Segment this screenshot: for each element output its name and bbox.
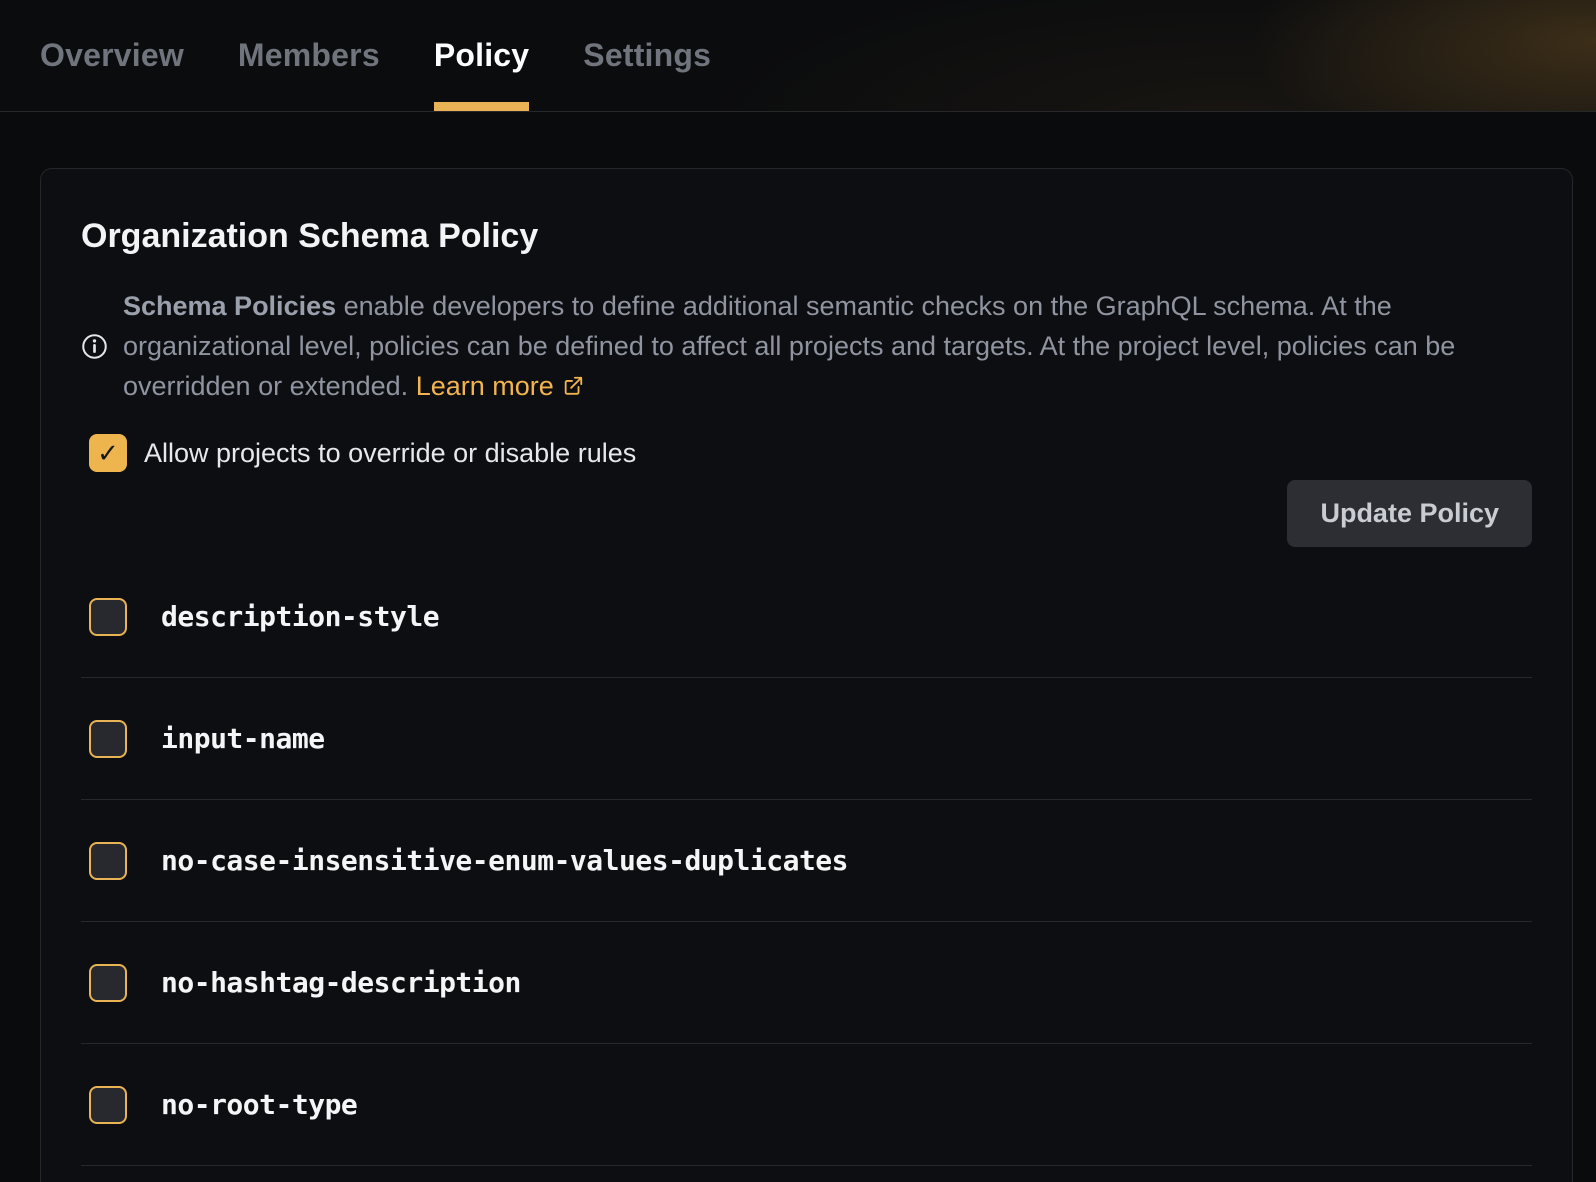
tab-settings-label: Settings xyxy=(583,37,711,74)
tab-members-label: Members xyxy=(238,37,380,74)
schema-policy-card: Organization Schema Policy Schema Polici… xyxy=(40,168,1573,1182)
tab-policy[interactable]: Policy xyxy=(434,0,529,111)
page-title: Organization Schema Policy xyxy=(81,217,1532,256)
tab-policy-label: Policy xyxy=(434,37,529,74)
update-policy-button[interactable]: Update Policy xyxy=(1287,480,1532,547)
info-circle-icon xyxy=(81,333,108,360)
tab-overview[interactable]: Overview xyxy=(40,0,184,111)
rule-name: description-style xyxy=(161,600,439,633)
tab-overview-label: Overview xyxy=(40,37,184,74)
actions-row: Update Policy xyxy=(81,480,1532,547)
checkmark-icon: ✓ xyxy=(97,438,119,469)
rule-row-no-hashtag-description: no-hashtag-description xyxy=(81,922,1532,1044)
override-rules-checkbox[interactable]: ✓ xyxy=(89,434,127,472)
policy-info-callout: Schema Policies enable developers to def… xyxy=(81,286,1532,406)
rule-checkbox-no-case-insensitive-enum-values-duplicates[interactable] xyxy=(89,842,127,880)
rule-checkbox-input-name[interactable] xyxy=(89,720,127,758)
rule-checkbox-no-hashtag-description[interactable] xyxy=(89,964,127,1002)
rule-checkbox-description-style[interactable] xyxy=(89,598,127,636)
override-rules-row: ✓ Allow projects to override or disable … xyxy=(81,434,1532,472)
learn-more-label: Learn more xyxy=(416,371,554,401)
rule-checkbox-no-root-type[interactable] xyxy=(89,1086,127,1124)
rule-row-no-case-insensitive-enum-values-duplicates: no-case-insensitive-enum-values-duplicat… xyxy=(81,800,1532,922)
external-link-icon xyxy=(562,375,584,397)
tab-members[interactable]: Members xyxy=(238,0,380,111)
policy-rules-list: description-style input-name no-case-ins… xyxy=(81,556,1532,1166)
active-tab-underline xyxy=(434,102,529,111)
learn-more-link[interactable]: Learn more xyxy=(416,371,584,401)
rule-name: input-name xyxy=(161,722,325,755)
tab-settings[interactable]: Settings xyxy=(583,0,711,111)
override-rules-label: Allow projects to override or disable ru… xyxy=(144,438,636,469)
rule-name: no-root-type xyxy=(161,1088,357,1121)
rule-name: no-case-insensitive-enum-values-duplicat… xyxy=(161,844,848,877)
rule-row-input-name: input-name xyxy=(81,678,1532,800)
rule-name: no-hashtag-description xyxy=(161,966,521,999)
organization-tabs-header: Overview Members Policy Settings xyxy=(0,0,1596,112)
rule-row-no-root-type: no-root-type xyxy=(81,1044,1532,1166)
policy-description-lead: Schema Policies xyxy=(123,291,336,321)
policy-page: Organization Schema Policy Schema Polici… xyxy=(0,112,1596,1182)
rule-row-description-style: description-style xyxy=(81,556,1532,678)
policy-description: Schema Policies enable developers to def… xyxy=(123,286,1495,406)
